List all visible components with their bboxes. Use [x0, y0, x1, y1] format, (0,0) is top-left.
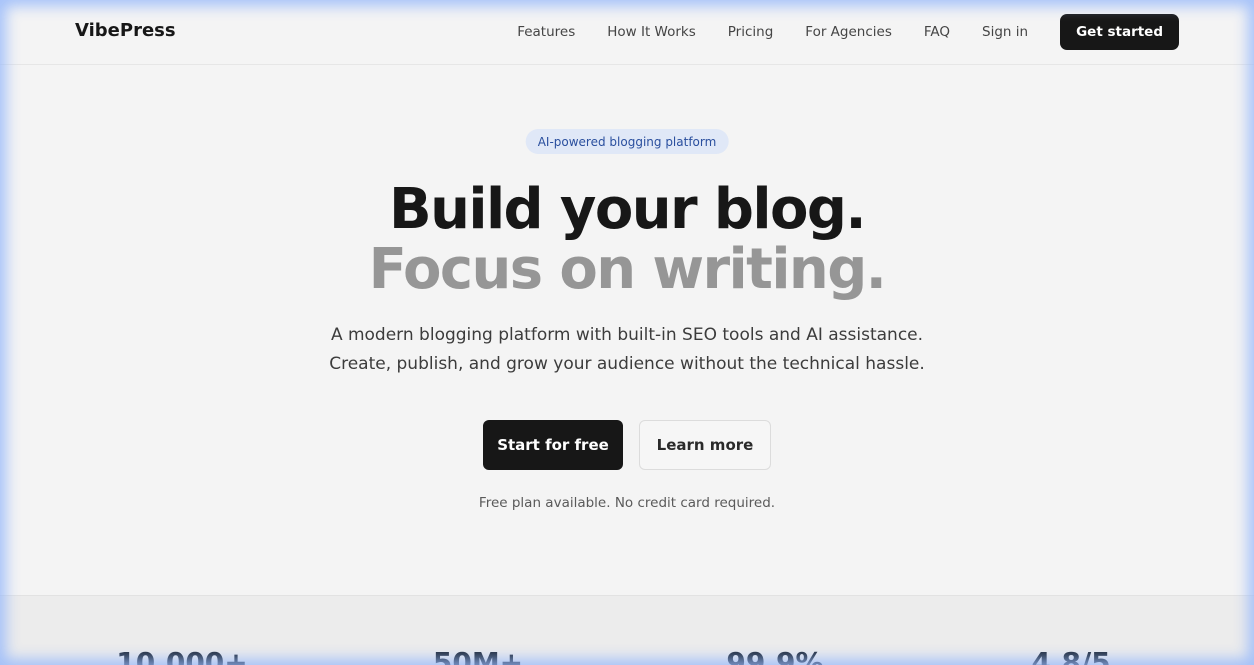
start-for-free-button[interactable]: Start for free: [483, 420, 623, 470]
hero-section: AI-powered blogging platform Build your …: [0, 65, 1254, 595]
hero-badge: AI-powered blogging platform: [525, 129, 729, 154]
nav-link-faq[interactable]: FAQ: [924, 24, 950, 40]
nav-links: Features How It Works Pricing For Agenci…: [517, 14, 1179, 50]
learn-more-button[interactable]: Learn more: [639, 420, 771, 470]
hero-subtitle: A modern blogging platform with built-in…: [0, 321, 1254, 379]
stat-value-uptime: 99.9%: [726, 646, 824, 665]
nav-link-features[interactable]: Features: [517, 24, 575, 40]
hero-actions: Start for free Learn more: [0, 420, 1254, 470]
nav-link-pricing[interactable]: Pricing: [728, 24, 774, 40]
hero-title-line-1: Build your blog.: [389, 177, 867, 242]
hero-title-line-2: Focus on writing.: [368, 237, 887, 302]
brand-logo[interactable]: VibePress: [75, 20, 176, 41]
nav-link-how-it-works[interactable]: How It Works: [607, 24, 696, 40]
top-navbar: VibePress Features How It Works Pricing …: [0, 0, 1254, 65]
stat-value-users: 10,000+: [116, 646, 248, 665]
hero-note: Free plan available. No credit card requ…: [478, 495, 776, 511]
nav-link-sign-in[interactable]: Sign in: [982, 24, 1028, 40]
stat-value-rating: 4.8/5: [1031, 646, 1111, 665]
nav-link-for-agencies[interactable]: For Agencies: [805, 24, 892, 40]
hero-subtitle-line-2: Create, publish, and grow your audience …: [329, 354, 925, 374]
hero-subtitle-line-1: A modern blogging platform with built-in…: [330, 325, 924, 345]
stats-section: 10,000+ 50M+ 99.9% 4.8/5: [0, 595, 1254, 665]
get-started-button[interactable]: Get started: [1060, 14, 1179, 50]
stat-value-views: 50M+: [432, 646, 524, 665]
